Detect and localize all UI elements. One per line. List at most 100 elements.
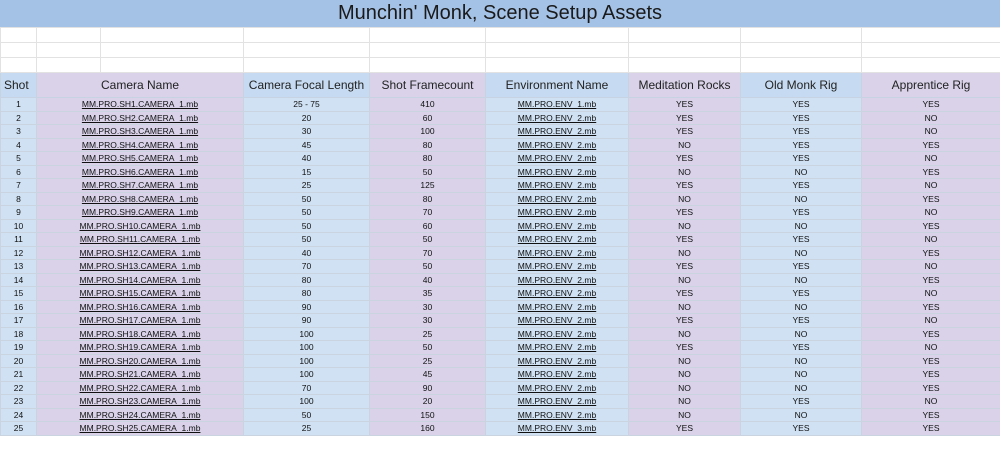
meditation-rocks-cell[interactable]: NO xyxy=(628,272,741,287)
apprentice-rig-cell[interactable]: NO xyxy=(861,232,1000,247)
shot-number-cell[interactable]: 14 xyxy=(0,272,37,287)
empty-cell[interactable] xyxy=(369,27,486,43)
framecount-cell[interactable]: 90 xyxy=(369,380,486,395)
environment-name-link[interactable]: MM.PRO.ENV_2.mb xyxy=(485,218,629,233)
old-monk-rig-cell[interactable]: YES xyxy=(740,259,862,274)
framecount-cell[interactable]: 70 xyxy=(369,205,486,220)
apprentice-rig-cell[interactable]: YES xyxy=(861,407,1000,422)
shot-number-cell[interactable]: 3 xyxy=(0,124,37,139)
empty-cell[interactable] xyxy=(100,57,244,73)
focal-length-cell[interactable]: 40 xyxy=(243,151,370,166)
apprentice-rig-cell[interactable]: NO xyxy=(861,110,1000,125)
empty-cell[interactable] xyxy=(100,42,244,58)
focal-length-cell[interactable]: 20 xyxy=(243,110,370,125)
apprentice-rig-cell[interactable]: NO xyxy=(861,205,1000,220)
old-monk-rig-cell[interactable]: YES xyxy=(740,151,862,166)
old-monk-rig-cell[interactable]: NO xyxy=(740,245,862,260)
focal-length-cell[interactable]: 100 xyxy=(243,353,370,368)
environment-name-link[interactable]: MM.PRO.ENV_2.mb xyxy=(485,313,629,328)
camera-name-link[interactable]: MM.PRO.SH18.CAMERA_1.mb xyxy=(36,326,244,341)
focal-length-cell[interactable]: 25 - 75 xyxy=(243,97,370,112)
focal-length-cell[interactable]: 80 xyxy=(243,272,370,287)
apprentice-rig-cell[interactable]: YES xyxy=(861,299,1000,314)
empty-cell[interactable] xyxy=(485,42,629,58)
meditation-rocks-cell[interactable]: YES xyxy=(628,178,741,193)
focal-length-cell[interactable]: 15 xyxy=(243,164,370,179)
framecount-cell[interactable]: 160 xyxy=(369,421,486,436)
focal-length-cell[interactable]: 30 xyxy=(243,124,370,139)
old-monk-rig-cell[interactable]: NO xyxy=(740,191,862,206)
meditation-rocks-cell[interactable]: YES xyxy=(628,421,741,436)
focal-length-cell[interactable]: 80 xyxy=(243,286,370,301)
camera-name-link[interactable]: MM.PRO.SH15.CAMERA_1.mb xyxy=(36,286,244,301)
old-monk-rig-cell[interactable]: YES xyxy=(740,178,862,193)
environment-name-link[interactable]: MM.PRO.ENV_2.mb xyxy=(485,286,629,301)
meditation-rocks-cell[interactable]: YES xyxy=(628,110,741,125)
empty-cell[interactable] xyxy=(740,57,862,73)
framecount-cell[interactable]: 60 xyxy=(369,218,486,233)
meditation-rocks-cell[interactable]: YES xyxy=(628,259,741,274)
apprentice-rig-cell[interactable]: NO xyxy=(861,394,1000,409)
camera-name-link[interactable]: MM.PRO.SH16.CAMERA_1.mb xyxy=(36,299,244,314)
shot-number-cell[interactable]: 18 xyxy=(0,326,37,341)
environment-name-link[interactable]: MM.PRO.ENV_2.mb xyxy=(485,124,629,139)
empty-cell[interactable] xyxy=(100,27,244,43)
camera-name-link[interactable]: MM.PRO.SH8.CAMERA_1.mb xyxy=(36,191,244,206)
header-meditation-rocks[interactable]: Meditation Rocks xyxy=(628,72,741,98)
old-monk-rig-cell[interactable]: YES xyxy=(740,394,862,409)
camera-name-link[interactable]: MM.PRO.SH23.CAMERA_1.mb xyxy=(36,394,244,409)
old-monk-rig-cell[interactable]: NO xyxy=(740,218,862,233)
empty-cell[interactable] xyxy=(369,42,486,58)
apprentice-rig-cell[interactable]: NO xyxy=(861,340,1000,355)
old-monk-rig-cell[interactable]: YES xyxy=(740,110,862,125)
environment-name-link[interactable]: MM.PRO.ENV_2.mb xyxy=(485,326,629,341)
environment-name-link[interactable]: MM.PRO.ENV_2.mb xyxy=(485,340,629,355)
shot-number-cell[interactable]: 17 xyxy=(0,313,37,328)
shot-number-cell[interactable]: 12 xyxy=(0,245,37,260)
empty-cell[interactable] xyxy=(36,27,101,43)
empty-cell[interactable] xyxy=(243,42,370,58)
empty-cell[interactable] xyxy=(36,42,101,58)
header-shot-framecount[interactable]: Shot Framecount xyxy=(369,72,486,98)
empty-cell[interactable] xyxy=(0,42,37,58)
shot-number-cell[interactable]: 8 xyxy=(0,191,37,206)
empty-cell[interactable] xyxy=(485,27,629,43)
focal-length-cell[interactable]: 100 xyxy=(243,394,370,409)
environment-name-link[interactable]: MM.PRO.ENV_3.mb xyxy=(485,421,629,436)
framecount-cell[interactable]: 30 xyxy=(369,313,486,328)
meditation-rocks-cell[interactable]: YES xyxy=(628,286,741,301)
empty-cell[interactable] xyxy=(861,27,1000,43)
camera-name-link[interactable]: MM.PRO.SH17.CAMERA_1.mb xyxy=(36,313,244,328)
empty-cell[interactable] xyxy=(861,42,1000,58)
shot-number-cell[interactable]: 13 xyxy=(0,259,37,274)
focal-length-cell[interactable]: 50 xyxy=(243,218,370,233)
old-monk-rig-cell[interactable]: NO xyxy=(740,407,862,422)
focal-length-cell[interactable]: 100 xyxy=(243,326,370,341)
old-monk-rig-cell[interactable]: YES xyxy=(740,232,862,247)
old-monk-rig-cell[interactable]: NO xyxy=(740,326,862,341)
empty-cell[interactable] xyxy=(243,57,370,73)
environment-name-link[interactable]: MM.PRO.ENV_1.mb xyxy=(485,97,629,112)
apprentice-rig-cell[interactable]: YES xyxy=(861,137,1000,152)
meditation-rocks-cell[interactable]: NO xyxy=(628,407,741,422)
old-monk-rig-cell[interactable]: YES xyxy=(740,313,862,328)
meditation-rocks-cell[interactable]: NO xyxy=(628,191,741,206)
apprentice-rig-cell[interactable]: YES xyxy=(861,191,1000,206)
meditation-rocks-cell[interactable]: NO xyxy=(628,367,741,382)
apprentice-rig-cell[interactable]: YES xyxy=(861,353,1000,368)
framecount-cell[interactable]: 410 xyxy=(369,97,486,112)
empty-cell[interactable] xyxy=(628,27,741,43)
old-monk-rig-cell[interactable]: YES xyxy=(740,286,862,301)
environment-name-link[interactable]: MM.PRO.ENV_2.mb xyxy=(485,110,629,125)
empty-cell[interactable] xyxy=(0,57,37,73)
environment-name-link[interactable]: MM.PRO.ENV_2.mb xyxy=(485,232,629,247)
meditation-rocks-cell[interactable]: NO xyxy=(628,245,741,260)
framecount-cell[interactable]: 60 xyxy=(369,110,486,125)
meditation-rocks-cell[interactable]: NO xyxy=(628,353,741,368)
shot-number-cell[interactable]: 4 xyxy=(0,137,37,152)
camera-name-link[interactable]: MM.PRO.SH11.CAMERA_1.mb xyxy=(36,232,244,247)
camera-name-link[interactable]: MM.PRO.SH10.CAMERA_1.mb xyxy=(36,218,244,233)
environment-name-link[interactable]: MM.PRO.ENV_2.mb xyxy=(485,164,629,179)
meditation-rocks-cell[interactable]: NO xyxy=(628,394,741,409)
shot-number-cell[interactable]: 21 xyxy=(0,367,37,382)
